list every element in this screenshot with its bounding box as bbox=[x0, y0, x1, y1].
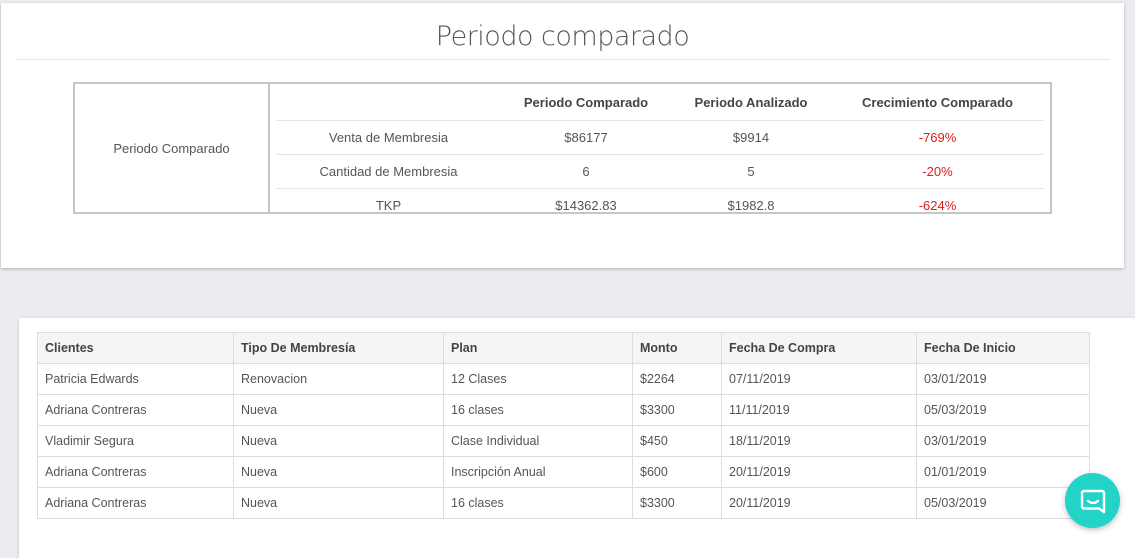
column-header-monto[interactable]: Monto bbox=[632, 332, 722, 364]
column-header-fecha-inicio[interactable]: Fecha De Inicio bbox=[916, 332, 1090, 364]
purchases-header-row: Clientes Tipo De Membresía Plan Monto Fe… bbox=[37, 332, 1090, 364]
cell-plan: Clase Individual bbox=[443, 425, 633, 457]
cell-plan: 12 Clases bbox=[443, 363, 633, 395]
column-header-plan[interactable]: Plan bbox=[443, 332, 633, 364]
cell-fecha-compra: 20/11/2019 bbox=[721, 456, 917, 488]
cell-plan: 16 clases bbox=[443, 394, 633, 426]
table-row[interactable]: Adriana Contreras Nueva 16 clases $3300 … bbox=[37, 487, 1090, 519]
compared-value: $14362.83 bbox=[501, 188, 671, 222]
cell-monto: $3300 bbox=[632, 487, 722, 519]
column-header-tipo[interactable]: Tipo De Membresía bbox=[233, 332, 444, 364]
comparison-row-header: Periodo Comparado bbox=[75, 84, 270, 212]
purchases-card: Clientes Tipo De Membresía Plan Monto Fe… bbox=[19, 318, 1135, 558]
cell-tipo: Nueva bbox=[233, 425, 444, 457]
comparison-row: TKP $14362.83 $1982.8 -624% bbox=[276, 188, 1044, 222]
growth-value: -624% bbox=[831, 188, 1044, 222]
analyzed-value: $9914 bbox=[671, 120, 831, 155]
cell-fecha-compra: 11/11/2019 bbox=[721, 394, 917, 426]
cell-fecha-inicio: 05/03/2019 bbox=[916, 394, 1090, 426]
metric-label: Venta de Membresia bbox=[276, 120, 501, 155]
metric-label: TKP bbox=[276, 188, 501, 222]
cell-tipo: Nueva bbox=[233, 456, 444, 488]
comparison-column-header bbox=[276, 84, 501, 121]
cell-cliente: Vladimir Segura bbox=[37, 425, 234, 457]
chat-button[interactable] bbox=[1065, 473, 1120, 528]
cell-fecha-inicio: 03/01/2019 bbox=[916, 425, 1090, 457]
cell-plan: Inscripción Anual bbox=[443, 456, 633, 488]
comparison-box: Periodo Comparado Periodo Comparado Peri… bbox=[73, 82, 1052, 222]
cell-cliente: Adriana Contreras bbox=[37, 394, 234, 426]
page-title: Periodo comparado bbox=[435, 21, 690, 52]
column-header-fecha-compra[interactable]: Fecha De Compra bbox=[721, 332, 917, 364]
cell-fecha-inicio: 05/03/2019 bbox=[916, 487, 1090, 519]
cell-monto: $3300 bbox=[632, 394, 722, 426]
growth-value: -769% bbox=[831, 120, 1044, 155]
cell-monto: $600 bbox=[632, 456, 722, 488]
table-row[interactable]: Vladimir Segura Nueva Clase Individual $… bbox=[37, 425, 1090, 457]
cell-cliente: Adriana Contreras bbox=[37, 487, 234, 519]
cell-fecha-compra: 18/11/2019 bbox=[721, 425, 917, 457]
column-header-clientes[interactable]: Clientes bbox=[37, 332, 234, 364]
compared-value: 6 bbox=[501, 154, 671, 189]
cell-monto: $450 bbox=[632, 425, 722, 457]
cell-plan: 16 clases bbox=[443, 487, 633, 519]
cell-tipo: Nueva bbox=[233, 487, 444, 519]
cell-cliente: Patricia Edwards bbox=[37, 363, 234, 395]
comparison-card: Periodo comparado Periodo Comparado Peri… bbox=[1, 3, 1124, 268]
cell-fecha-inicio: 03/01/2019 bbox=[916, 363, 1090, 395]
table-row[interactable]: Adriana Contreras Nueva 16 clases $3300 … bbox=[37, 394, 1090, 426]
comparison-column-header: Periodo Comparado bbox=[523, 94, 649, 110]
cell-tipo: Nueva bbox=[233, 394, 444, 426]
comparison-column-header: Periodo Analizado bbox=[694, 94, 808, 110]
cell-monto: $2264 bbox=[632, 363, 722, 395]
comparison-column-header: Crecimiento Comparado bbox=[862, 94, 1013, 110]
table-row[interactable]: Patricia Edwards Renovacion 12 Clases $2… bbox=[37, 363, 1090, 395]
compared-value: $86177 bbox=[501, 120, 671, 155]
cell-fecha-compra: 07/11/2019 bbox=[721, 363, 917, 395]
analyzed-value: 5 bbox=[671, 154, 831, 189]
analyzed-value: $1982.8 bbox=[671, 188, 831, 222]
purchases-table: Clientes Tipo De Membresía Plan Monto Fe… bbox=[37, 332, 1090, 519]
comparison-row: Cantidad de Membresia 6 5 -20% bbox=[276, 154, 1044, 189]
chat-icon bbox=[1080, 489, 1105, 513]
cell-cliente: Adriana Contreras bbox=[37, 456, 234, 488]
comparison-row: Venta de Membresia $86177 $9914 -769% bbox=[276, 120, 1044, 155]
cell-fecha-compra: 20/11/2019 bbox=[721, 487, 917, 519]
metric-label: Cantidad de Membresia bbox=[276, 154, 501, 189]
comparison-header-row: Periodo Comparado Periodo Analizado Crec… bbox=[276, 84, 1044, 121]
title-divider bbox=[15, 59, 1110, 60]
cell-fecha-inicio: 01/01/2019 bbox=[916, 456, 1090, 488]
cell-tipo: Renovacion bbox=[233, 363, 444, 395]
comparison-table: Periodo Comparado Periodo Analizado Crec… bbox=[276, 84, 1044, 222]
table-row[interactable]: Adriana Contreras Nueva Inscripción Anua… bbox=[37, 456, 1090, 488]
growth-value: -20% bbox=[831, 154, 1044, 189]
